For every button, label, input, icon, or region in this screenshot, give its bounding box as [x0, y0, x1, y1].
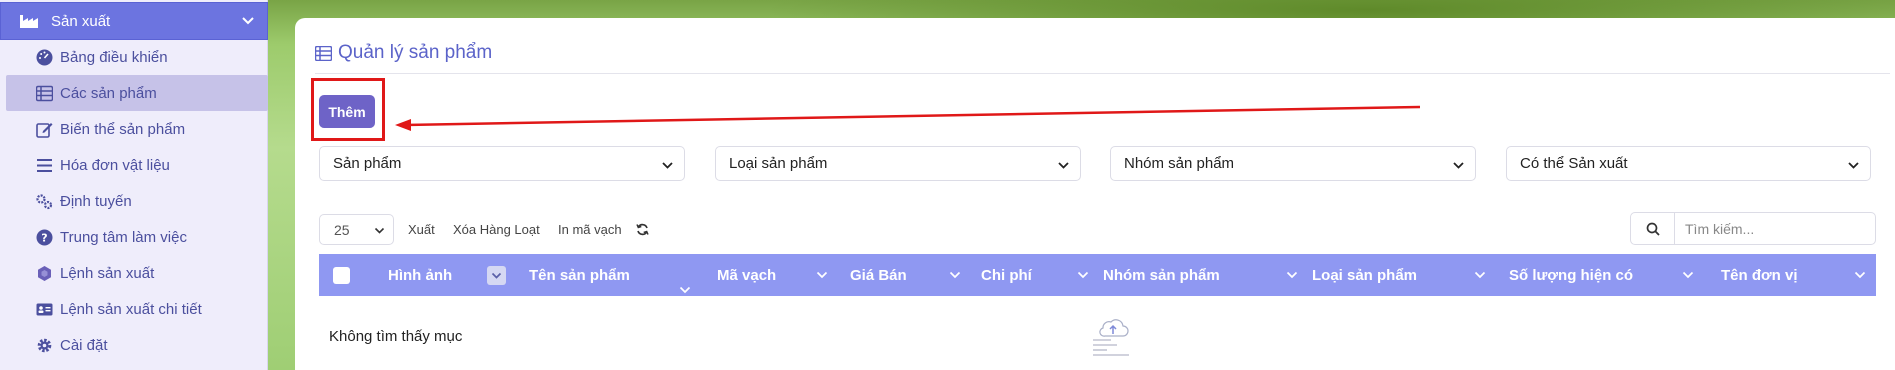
search-button[interactable] [1631, 213, 1675, 244]
page-size-value: 25 [334, 221, 350, 238]
column-label: Loại sản phẩm [1312, 266, 1418, 284]
chevron-down-icon [1474, 271, 1486, 279]
filter-manufacturable-select[interactable]: Có thể Sản xuất [1506, 146, 1871, 181]
filter-product-group-select[interactable]: Nhóm sản phẩm [1110, 146, 1476, 181]
column-header-product-name[interactable]: Tên sản phẩm [529, 254, 630, 296]
column-label: Số lượng hiện có [1509, 266, 1634, 284]
bulk-delete-button[interactable]: Xóa Hàng Loạt [445, 214, 548, 245]
sidebar-item-product-variants[interactable]: Biến thể sản phẩm [6, 111, 268, 147]
sidebar-item-label: Các sản phẩm [60, 84, 157, 102]
filter-label: Sản phẩm [333, 155, 402, 172]
column-header-product-group[interactable]: Nhóm sản phẩm [1103, 254, 1220, 296]
list-lines-icon [37, 159, 52, 172]
refresh-icon [635, 223, 649, 236]
table-header: Hình ảnh Tên sản phẩm Mã vạch Giá Bán Ch… [319, 254, 1876, 296]
search-input[interactable] [1675, 220, 1865, 237]
filter-product-type-select[interactable]: Loại sản phẩm [715, 146, 1081, 181]
column-header-sale-price[interactable]: Giá Bán [850, 254, 907, 296]
column-label: Giá Bán [850, 266, 907, 284]
sidebar-item-label: Bảng điều khiển [60, 48, 168, 66]
gears-icon [36, 194, 53, 210]
column-header-product-type[interactable]: Loại sản phẩm [1312, 254, 1417, 296]
chevron-down-icon [662, 162, 673, 169]
chevron-down-icon [1286, 271, 1298, 279]
empty-cloud-icon [1093, 319, 1129, 356]
sidebar-item-bill-of-materials[interactable]: Hóa đơn vật liệu [6, 147, 268, 183]
edit-square-icon [36, 123, 53, 138]
export-button[interactable]: Xuất [400, 214, 443, 245]
sidebar-item-settings[interactable]: Cài đặt [6, 327, 268, 363]
chevron-down-icon [949, 271, 961, 279]
column-label: Chi phí [981, 266, 1032, 284]
sidebar-item-label: Hóa đơn vật liệu [60, 156, 170, 174]
column-label: Tên đơn vị [1721, 266, 1798, 284]
chevron-down-icon [816, 271, 828, 279]
factory-icon [20, 15, 38, 28]
table-list-icon [36, 85, 53, 102]
sidebar-item-production-orders[interactable]: Lệnh sản xuất [6, 255, 268, 291]
chevron-down-icon [1848, 162, 1859, 169]
sidebar-item-routing[interactable]: Định tuyến [6, 183, 268, 219]
product-management-panel: Quản lý sản phẩm Thêm Sản phẩm Loại sản … [295, 18, 1895, 370]
sidebar-item-label: Lệnh sản xuất [60, 264, 155, 282]
filter-product-select[interactable]: Sản phẩm [319, 146, 685, 181]
search-box [1630, 212, 1876, 245]
hexagon-icon [38, 266, 51, 281]
dashboard-icon [36, 49, 53, 66]
sidebar-item-label: Trung tâm làm việc [60, 228, 187, 246]
column-label: Mã vạch [717, 266, 777, 284]
column-header-cost[interactable]: Chi phí [981, 254, 1032, 296]
chevron-down-icon [374, 227, 385, 234]
chevron-down-icon [242, 17, 254, 25]
sidebar-item-label: Cài đặt [60, 336, 108, 354]
page-size-select[interactable]: 25 [319, 214, 394, 245]
chevron-down-icon [1453, 162, 1464, 169]
column-header-image[interactable]: Hình ảnh [388, 254, 452, 296]
chevron-down-icon [491, 272, 502, 279]
refresh-button[interactable] [627, 214, 657, 245]
gear-icon [37, 338, 52, 353]
sidebar-item-production-order-details[interactable]: Lệnh sản xuất chi tiết [6, 291, 268, 327]
sidebar: Sản xuất Bảng điều khiển Các sản phẩm Bi… [0, 0, 268, 370]
filter-label: Nhóm sản phẩm [1124, 155, 1235, 172]
svg-text:?: ? [41, 232, 47, 245]
sidebar-header-production[interactable]: Sản xuất [0, 2, 268, 40]
select-all-checkbox[interactable] [333, 267, 350, 284]
chevron-down-icon [1854, 271, 1866, 279]
sidebar-item-products[interactable]: Các sản phẩm [6, 75, 268, 111]
column-label: Hình ảnh [388, 266, 453, 284]
column-header-unit-name[interactable]: Tên đơn vị [1721, 254, 1798, 296]
chevron-down-icon [1058, 162, 1069, 169]
column-header-barcode[interactable]: Mã vạch [717, 254, 776, 296]
sidebar-item-label: Biến thể sản phẩm [60, 120, 186, 138]
filter-label: Loại sản phẩm [729, 155, 828, 172]
annotation-arrow [395, 105, 1421, 131]
filter-label: Có thể Sản xuất [1520, 155, 1628, 172]
empty-table-row: Không tìm thấy mục [319, 296, 1876, 356]
sidebar-item-label: Lệnh sản xuất chi tiết [60, 300, 202, 318]
sidebar-header-label: Sản xuất [51, 12, 111, 30]
search-icon [1646, 222, 1660, 236]
question-circle-icon: ? [36, 229, 53, 246]
image-column-toggle[interactable] [487, 266, 506, 285]
id-card-icon [36, 303, 53, 316]
column-header-quantity-on-hand[interactable]: Số lượng hiện có [1509, 254, 1633, 296]
sidebar-item-work-center[interactable]: ? Trung tâm làm việc [6, 219, 268, 255]
chevron-down-icon [1682, 271, 1694, 279]
print-barcode-button[interactable]: In mã vạch [550, 214, 630, 245]
sidebar-item-label: Định tuyến [60, 192, 132, 210]
empty-state-text: Không tìm thấy mục [329, 328, 463, 345]
chevron-down-icon [1077, 271, 1089, 279]
column-label: Nhóm sản phẩm [1103, 266, 1220, 284]
column-label: Tên sản phẩm [529, 266, 630, 284]
sidebar-item-dashboard[interactable]: Bảng điều khiển [6, 39, 268, 75]
